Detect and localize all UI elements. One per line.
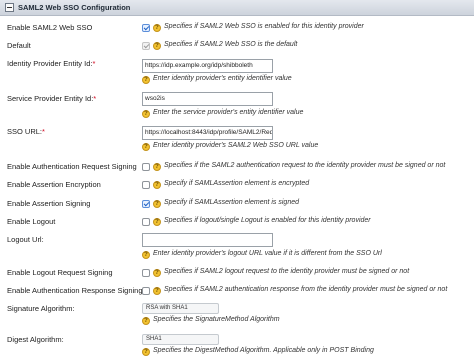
auth-response-signing-label: Enable Authentication Response Signing <box>7 286 143 295</box>
digest-algorithm-select[interactable]: SHA1 <box>142 334 219 345</box>
enable-saml2-hint: Specifies if SAML2 Web SSO is enabled fo… <box>164 23 364 30</box>
sp-entity-id-hint: Enter the service provider's entity iden… <box>153 109 304 116</box>
help-icon: ? <box>153 42 161 50</box>
assertion-encryption-label: Enable Assertion Encryption <box>7 180 101 189</box>
digest-algorithm-label: Digest Algorithm: <box>7 335 64 344</box>
enable-saml2-label: Enable SAML2 Web SSO <box>7 23 93 32</box>
help-icon: ? <box>142 251 150 259</box>
default-hint: Specifies if SAML2 Web SSO is the defaul… <box>164 41 298 48</box>
help-icon: ? <box>142 110 150 118</box>
sso-url-hint: Enter identity provider's SAML2 Web SSO … <box>153 142 319 149</box>
signature-algorithm-label: Signature Algorithm: <box>7 304 75 313</box>
help-icon: ? <box>142 317 150 325</box>
logout-request-signing-hint: Specifies if SAML2 logout request to the… <box>164 268 410 275</box>
sp-entity-id-input[interactable]: wso2is <box>142 92 273 106</box>
help-icon: ? <box>153 24 161 32</box>
logout-request-signing-label: Enable Logout Request Signing <box>7 268 113 277</box>
help-icon: ? <box>142 76 150 84</box>
auth-response-signing-checkbox[interactable] <box>142 287 150 295</box>
auth-request-signing-hint: Specifies if the SAML2 authentication re… <box>164 162 446 169</box>
section-header[interactable]: SAML2 Web SSO Configuration <box>0 0 474 16</box>
logout-request-signing-checkbox[interactable] <box>142 269 150 277</box>
auth-response-signing-hint: Specifies if SAML2 authentication respon… <box>164 286 448 293</box>
auth-request-signing-label: Enable Authentication Request Signing <box>7 162 137 171</box>
assertion-signing-label: Enable Assertion Signing <box>7 199 91 208</box>
assertion-signing-hint: Specify if SAMLAssertion element is sign… <box>164 199 300 206</box>
section-title: SAML2 Web SSO Configuration <box>18 3 131 12</box>
idp-entity-id-label: Identity Provider Entity Id:* <box>7 59 96 68</box>
help-icon: ? <box>153 287 161 295</box>
logout-url-hint: Enter identity provider's logout URL val… <box>153 250 382 257</box>
idp-entity-id-input[interactable]: https://idp.example.org/idp/shibboleth <box>142 59 273 73</box>
help-icon: ? <box>153 181 161 189</box>
default-label: Default <box>7 41 31 50</box>
help-icon: ? <box>153 218 161 226</box>
logout-hint: Specifies if logout/single Logout is ena… <box>164 217 371 224</box>
logout-label: Enable Logout <box>7 217 56 226</box>
default-checkbox <box>142 42 150 50</box>
sso-url-input[interactable]: https://localhost:8443/idp/profile/SAML2… <box>142 126 273 140</box>
sso-url-label: SSO URL:* <box>7 127 45 136</box>
logout-url-input[interactable] <box>142 233 273 247</box>
signature-algorithm-hint: Specifies the SignatureMethod Algorithm <box>153 316 280 323</box>
signature-algorithm-select[interactable]: RSA with SHA1 <box>142 303 219 314</box>
auth-request-signing-checkbox[interactable] <box>142 163 150 171</box>
idp-entity-id-hint: Enter identity provider's entity identif… <box>153 75 292 82</box>
digest-algorithm-hint: Specifies the DigestMethod Algorithm. Ap… <box>153 347 374 354</box>
help-icon: ? <box>142 143 150 151</box>
assertion-encryption-hint: Specify if SAMLAssertion element is encr… <box>164 180 310 187</box>
assertion-encryption-checkbox[interactable] <box>142 181 150 189</box>
logout-url-label: Logout Url: <box>7 235 44 244</box>
help-icon: ? <box>153 269 161 277</box>
logout-checkbox[interactable] <box>142 218 150 226</box>
help-icon: ? <box>153 163 161 171</box>
sp-entity-id-label: Service Provider Entity Id:* <box>7 94 97 103</box>
help-icon: ? <box>153 200 161 208</box>
enable-saml2-checkbox[interactable] <box>142 24 150 32</box>
help-icon: ? <box>142 348 150 356</box>
assertion-signing-checkbox[interactable] <box>142 200 150 208</box>
saml2-config-panel: SAML2 Web SSO Configuration Enable SAML2… <box>0 0 474 362</box>
collapse-icon[interactable] <box>5 3 14 12</box>
